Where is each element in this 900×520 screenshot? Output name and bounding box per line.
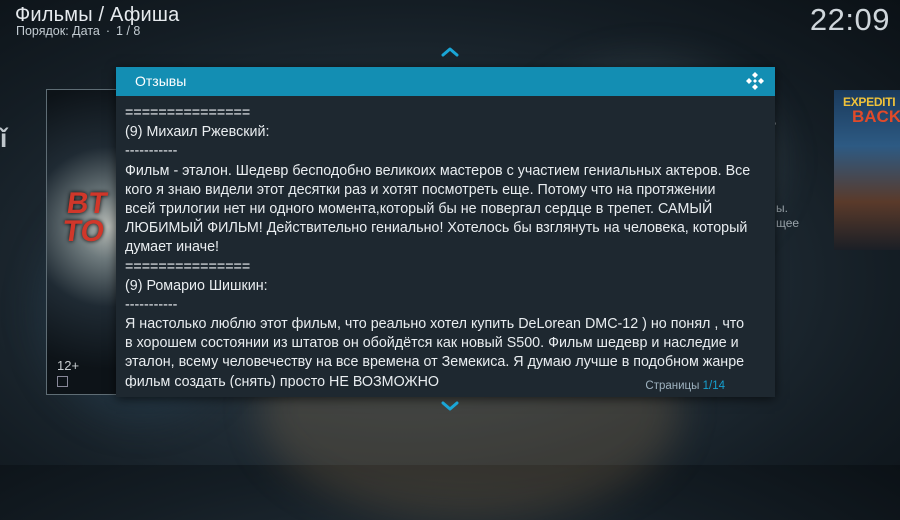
separator: ·	[105, 24, 111, 38]
chevron-up-icon[interactable]	[441, 47, 459, 57]
poster-title-line: BT	[64, 187, 110, 220]
review-line: ===============	[125, 105, 251, 121]
poster-title-line: TO	[60, 215, 107, 248]
left-edge-glyph: ǐ	[0, 123, 8, 153]
chevron-down-icon[interactable]	[441, 401, 459, 411]
poster-card-right[interactable]: EXPEDITI BACK	[834, 90, 900, 250]
pages-label: Страницы	[645, 380, 700, 392]
media-flag-icon	[57, 376, 68, 387]
review-line: -----------	[125, 296, 178, 313]
poster-title: BT TO	[60, 187, 110, 248]
review-line: Фильм - эталон. Шедевр бесподобно велико…	[125, 162, 751, 179]
review-line: эталон, всему человечеству на все времен…	[125, 354, 745, 371]
page-indicator: Страницы 1/14	[645, 380, 725, 392]
dialog-header: Отзывы	[116, 67, 775, 96]
background-text: щее	[776, 216, 800, 230]
background-text: ы.	[776, 201, 788, 215]
review-line: всей трилогии нет ни одного момента,кото…	[125, 200, 713, 217]
review-line: -----------	[125, 143, 178, 160]
dialog-title: Отзывы	[135, 73, 187, 89]
review-author: (9) Ромарио Шишкин:	[125, 277, 268, 294]
review-line: Я настолько люблю этот фильм, что реальн…	[125, 316, 745, 333]
dialog-body: =============== (9) Михаил Ржевский: ---…	[116, 96, 775, 397]
review-line: кого я знаю видели этот десятки раз и хо…	[125, 181, 716, 198]
reviews-text[interactable]: =============== (9) Михаил Ржевский: ---…	[125, 104, 765, 388]
reviews-dialog: Отзывы =============== (9) Михаил Ржевск…	[116, 67, 775, 397]
sort-info: Порядок: Дата · 1 / 8	[16, 24, 140, 38]
review-line: в хорошем состоянии из штатов он обойдёт…	[125, 335, 739, 352]
clock: 22:09	[809, 2, 890, 37]
pages-value: 1/14	[702, 380, 725, 392]
age-rating: 12+	[57, 358, 80, 373]
item-position: 1 / 8	[116, 24, 141, 38]
sort-label[interactable]: Порядок: Дата	[16, 24, 100, 38]
review-author: (9) Михаил Ржевский:	[125, 124, 270, 141]
review-line: ===============	[125, 258, 251, 275]
review-line: ЛЮБИМЫЙ ФИЛЬМ! Действительно гениально! …	[125, 220, 748, 237]
kodi-logo-icon	[746, 72, 764, 90]
poster-title: BACK	[852, 107, 900, 126]
review-line: думает иначе!	[125, 239, 219, 256]
